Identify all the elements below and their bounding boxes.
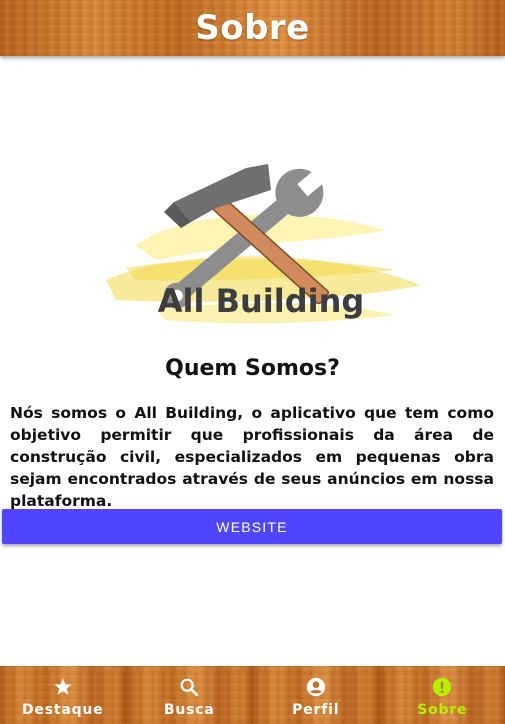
app-header: Sobre — [0, 0, 505, 56]
info-alert-icon — [433, 677, 452, 697]
tab-label: Busca — [163, 702, 215, 718]
tab-destaque[interactable]: Destaque — [0, 666, 127, 724]
account-circle-icon — [306, 677, 325, 697]
tab-busca[interactable]: Busca — [126, 666, 253, 724]
brand-text: All Building — [158, 282, 365, 320]
star-icon — [54, 678, 72, 695]
tab-sobre[interactable]: Sobre — [379, 666, 505, 724]
tab-label: Destaque — [22, 702, 104, 718]
about-description: Nós somos o All Building, o aplicativo q… — [10, 404, 494, 510]
tab-label: Sobre — [417, 702, 468, 718]
search-icon — [180, 678, 199, 697]
about-heading: Quem Somos? — [165, 356, 340, 381]
tab-perfil[interactable]: Perfil — [253, 666, 380, 724]
bottom-tab-bar: Destaque Busca Perfil Sobre — [0, 666, 505, 724]
tab-label: Perfil — [292, 702, 340, 718]
page-title: Sobre — [195, 8, 310, 48]
hammer-wrench-logo: All Building — [106, 164, 421, 324]
app-logo: All Building — [96, 150, 426, 340]
website-button[interactable]: WEBSITE — [2, 509, 502, 544]
